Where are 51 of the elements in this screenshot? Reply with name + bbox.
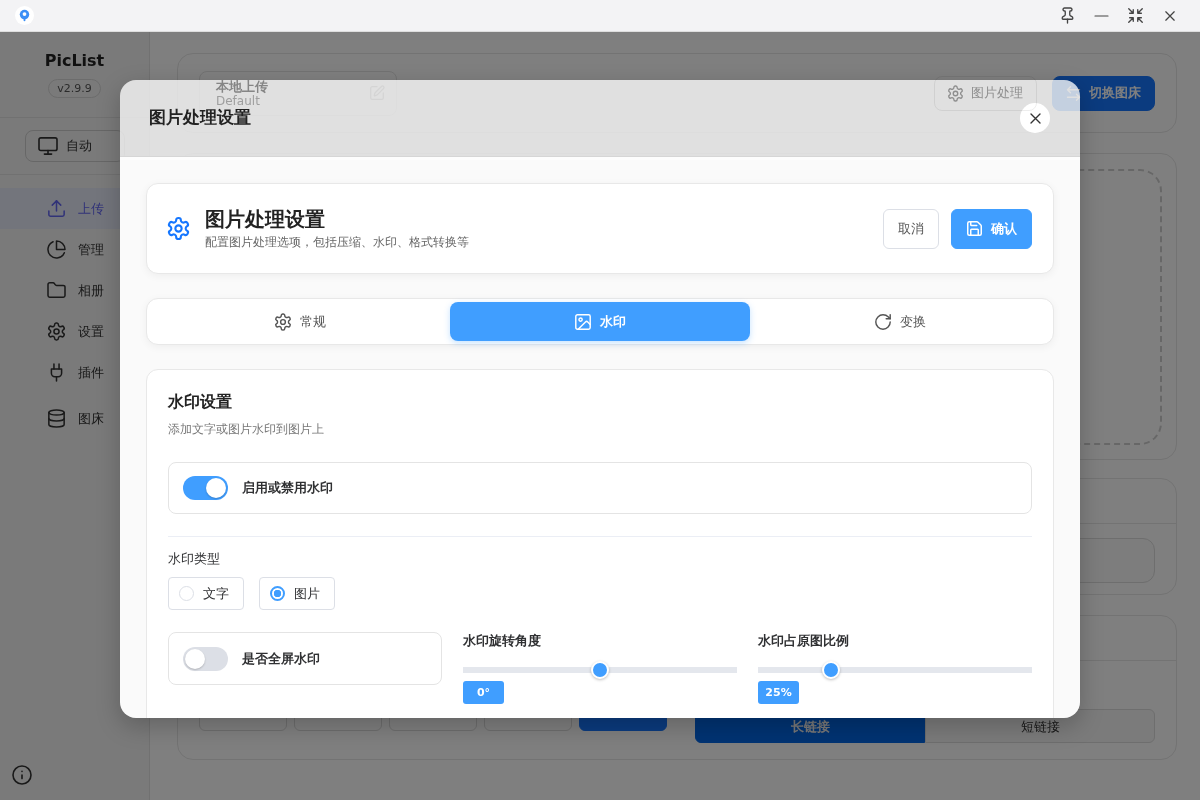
settings-icon bbox=[274, 313, 291, 330]
uploader-config: Default bbox=[216, 93, 261, 108]
info-icon[interactable] bbox=[13, 766, 31, 784]
sidebar-item[interactable]: 插件 bbox=[0, 352, 149, 393]
slider-value-label: 25% bbox=[758, 681, 799, 704]
refresh-icon bbox=[874, 313, 891, 330]
sidebar-item[interactable]: 图床 bbox=[0, 398, 149, 439]
close-button[interactable] bbox=[1020, 103, 1050, 133]
toggle-label: 是否全屏水印 bbox=[242, 649, 320, 668]
page-title: 图片处理设置 bbox=[205, 207, 326, 231]
save-icon bbox=[967, 221, 982, 236]
slider-thumb[interactable] bbox=[822, 661, 840, 679]
close-icon[interactable] bbox=[1163, 8, 1177, 23]
tab[interactable]: 水印 bbox=[450, 302, 750, 341]
radio-option[interactable]: 图片 bbox=[259, 577, 335, 610]
section-title: 水印设置 bbox=[168, 391, 233, 413]
confirm-button[interactable]: 确认 bbox=[951, 208, 1032, 249]
page-subtitle: 配置图片处理选项，包括压缩、水印、格式转换等 bbox=[205, 234, 470, 250]
restore-icon[interactable] bbox=[1128, 8, 1143, 23]
toggle-switch[interactable] bbox=[183, 476, 228, 500]
folder-icon bbox=[48, 282, 65, 299]
settings-icon bbox=[48, 323, 65, 340]
upload-icon bbox=[48, 200, 65, 217]
toggle-switch[interactable] bbox=[183, 646, 228, 671]
slider-label: 水印旋转角度 bbox=[463, 632, 542, 650]
section-subtitle: 添加文字或图片水印到图片上 bbox=[168, 421, 325, 438]
toggle-label: 启用或禁用水印 bbox=[242, 479, 333, 498]
tab[interactable]: 变换 bbox=[750, 302, 1050, 341]
uploader-name: 本地上传 bbox=[216, 78, 268, 94]
settings-icon bbox=[948, 85, 963, 101]
sidebar-item[interactable]: 相册 bbox=[0, 270, 149, 311]
app-logo-icon bbox=[15, 6, 34, 25]
radio-option[interactable]: 文字 bbox=[168, 577, 244, 610]
app-name: PicList bbox=[44, 51, 105, 71]
dialog-title: 图片处理设置 bbox=[149, 106, 251, 130]
settings-icon bbox=[168, 218, 189, 239]
slider-value-label: 0° bbox=[463, 681, 504, 704]
slider-label: 水印占原图比例 bbox=[758, 632, 850, 650]
slider-thumb[interactable] bbox=[591, 661, 609, 679]
plug-icon bbox=[48, 364, 65, 381]
image-icon bbox=[574, 313, 591, 330]
sidebar-item[interactable]: 设置 bbox=[0, 311, 149, 352]
cancel-button[interactable]: 取消 bbox=[883, 208, 939, 249]
pin-icon[interactable] bbox=[1060, 8, 1075, 23]
monitor-icon bbox=[38, 137, 57, 155]
minimize-icon[interactable] bbox=[1095, 14, 1108, 17]
pie-chart-icon bbox=[48, 241, 65, 258]
database-icon bbox=[48, 410, 65, 427]
tab[interactable]: 常规 bbox=[150, 302, 450, 341]
sidebar-item[interactable]: 管理 bbox=[0, 229, 149, 270]
field-label: 水印类型 bbox=[168, 550, 221, 568]
